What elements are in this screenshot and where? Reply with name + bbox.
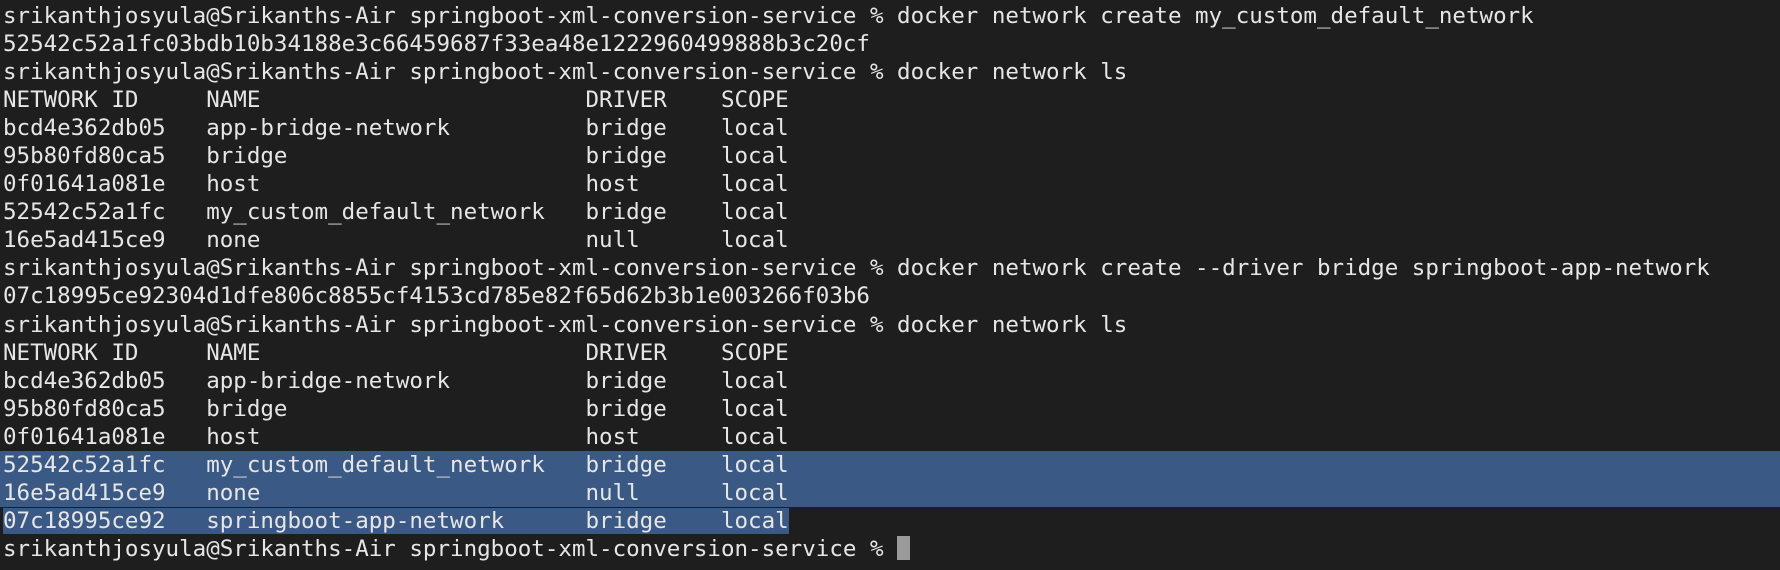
table-row: bcd4e362db05 app-bridge-network bridge l… bbox=[3, 115, 789, 142]
terminal-line-output: 07c18995ce92304d1dfe806c8855cf4153cd785e… bbox=[3, 283, 870, 310]
terminal-line-prompt: srikanthjosyula@Srikanths-Air springboot… bbox=[3, 59, 1128, 86]
table-row: 0f01641a081e host host local bbox=[3, 171, 789, 198]
terminal-line-prompt: srikanthjosyula@Srikanths-Air springboot… bbox=[3, 311, 1128, 338]
terminal-active-prompt[interactable]: srikanthjosyula@Srikanths-Air springboot… bbox=[0, 535, 1780, 563]
terminal-line-prompt: srikanthjosyula@Srikanths-Air springboot… bbox=[3, 3, 1534, 29]
table-row-selected: 52542c52a1fc my_custom_default_network b… bbox=[0, 450, 1780, 479]
terminal-line-output: 52542c52a1fc03bdb10b34188e3c66459687f33e… bbox=[3, 31, 870, 58]
terminal-line-prompt: srikanthjosyula@Srikanths-Air springboot… bbox=[3, 255, 1710, 282]
prompt-text: srikanthjosyula@Srikanths-Air springboot… bbox=[3, 535, 898, 562]
table-row: bcd4e362db05 app-bridge-network bridge l… bbox=[3, 367, 789, 394]
table-row: 52542c52a1fc my_custom_default_network b… bbox=[3, 199, 789, 226]
table-row: 0f01641a081e host host local bbox=[3, 423, 789, 450]
selected-text: 07c18995ce92 springboot-app-network brid… bbox=[3, 507, 789, 534]
table-row-selected: 07c18995ce92 springboot-app-network brid… bbox=[0, 507, 1780, 535]
table-row: 16e5ad415ce9 none null local bbox=[3, 227, 789, 254]
table-row: 95b80fd80ca5 bridge bridge local bbox=[3, 395, 789, 422]
terminal-window[interactable]: srikanthjosyula@Srikanths-Air springboot… bbox=[0, 0, 1780, 570]
text-cursor[interactable] bbox=[897, 535, 911, 560]
table-row: 95b80fd80ca5 bridge bridge local bbox=[3, 143, 789, 170]
table-header: NETWORK ID NAME DRIVER SCOPE bbox=[3, 87, 789, 114]
table-row-selected: 16e5ad415ce9 none null local bbox=[0, 478, 1780, 507]
table-header: NETWORK ID NAME DRIVER SCOPE bbox=[3, 339, 789, 366]
